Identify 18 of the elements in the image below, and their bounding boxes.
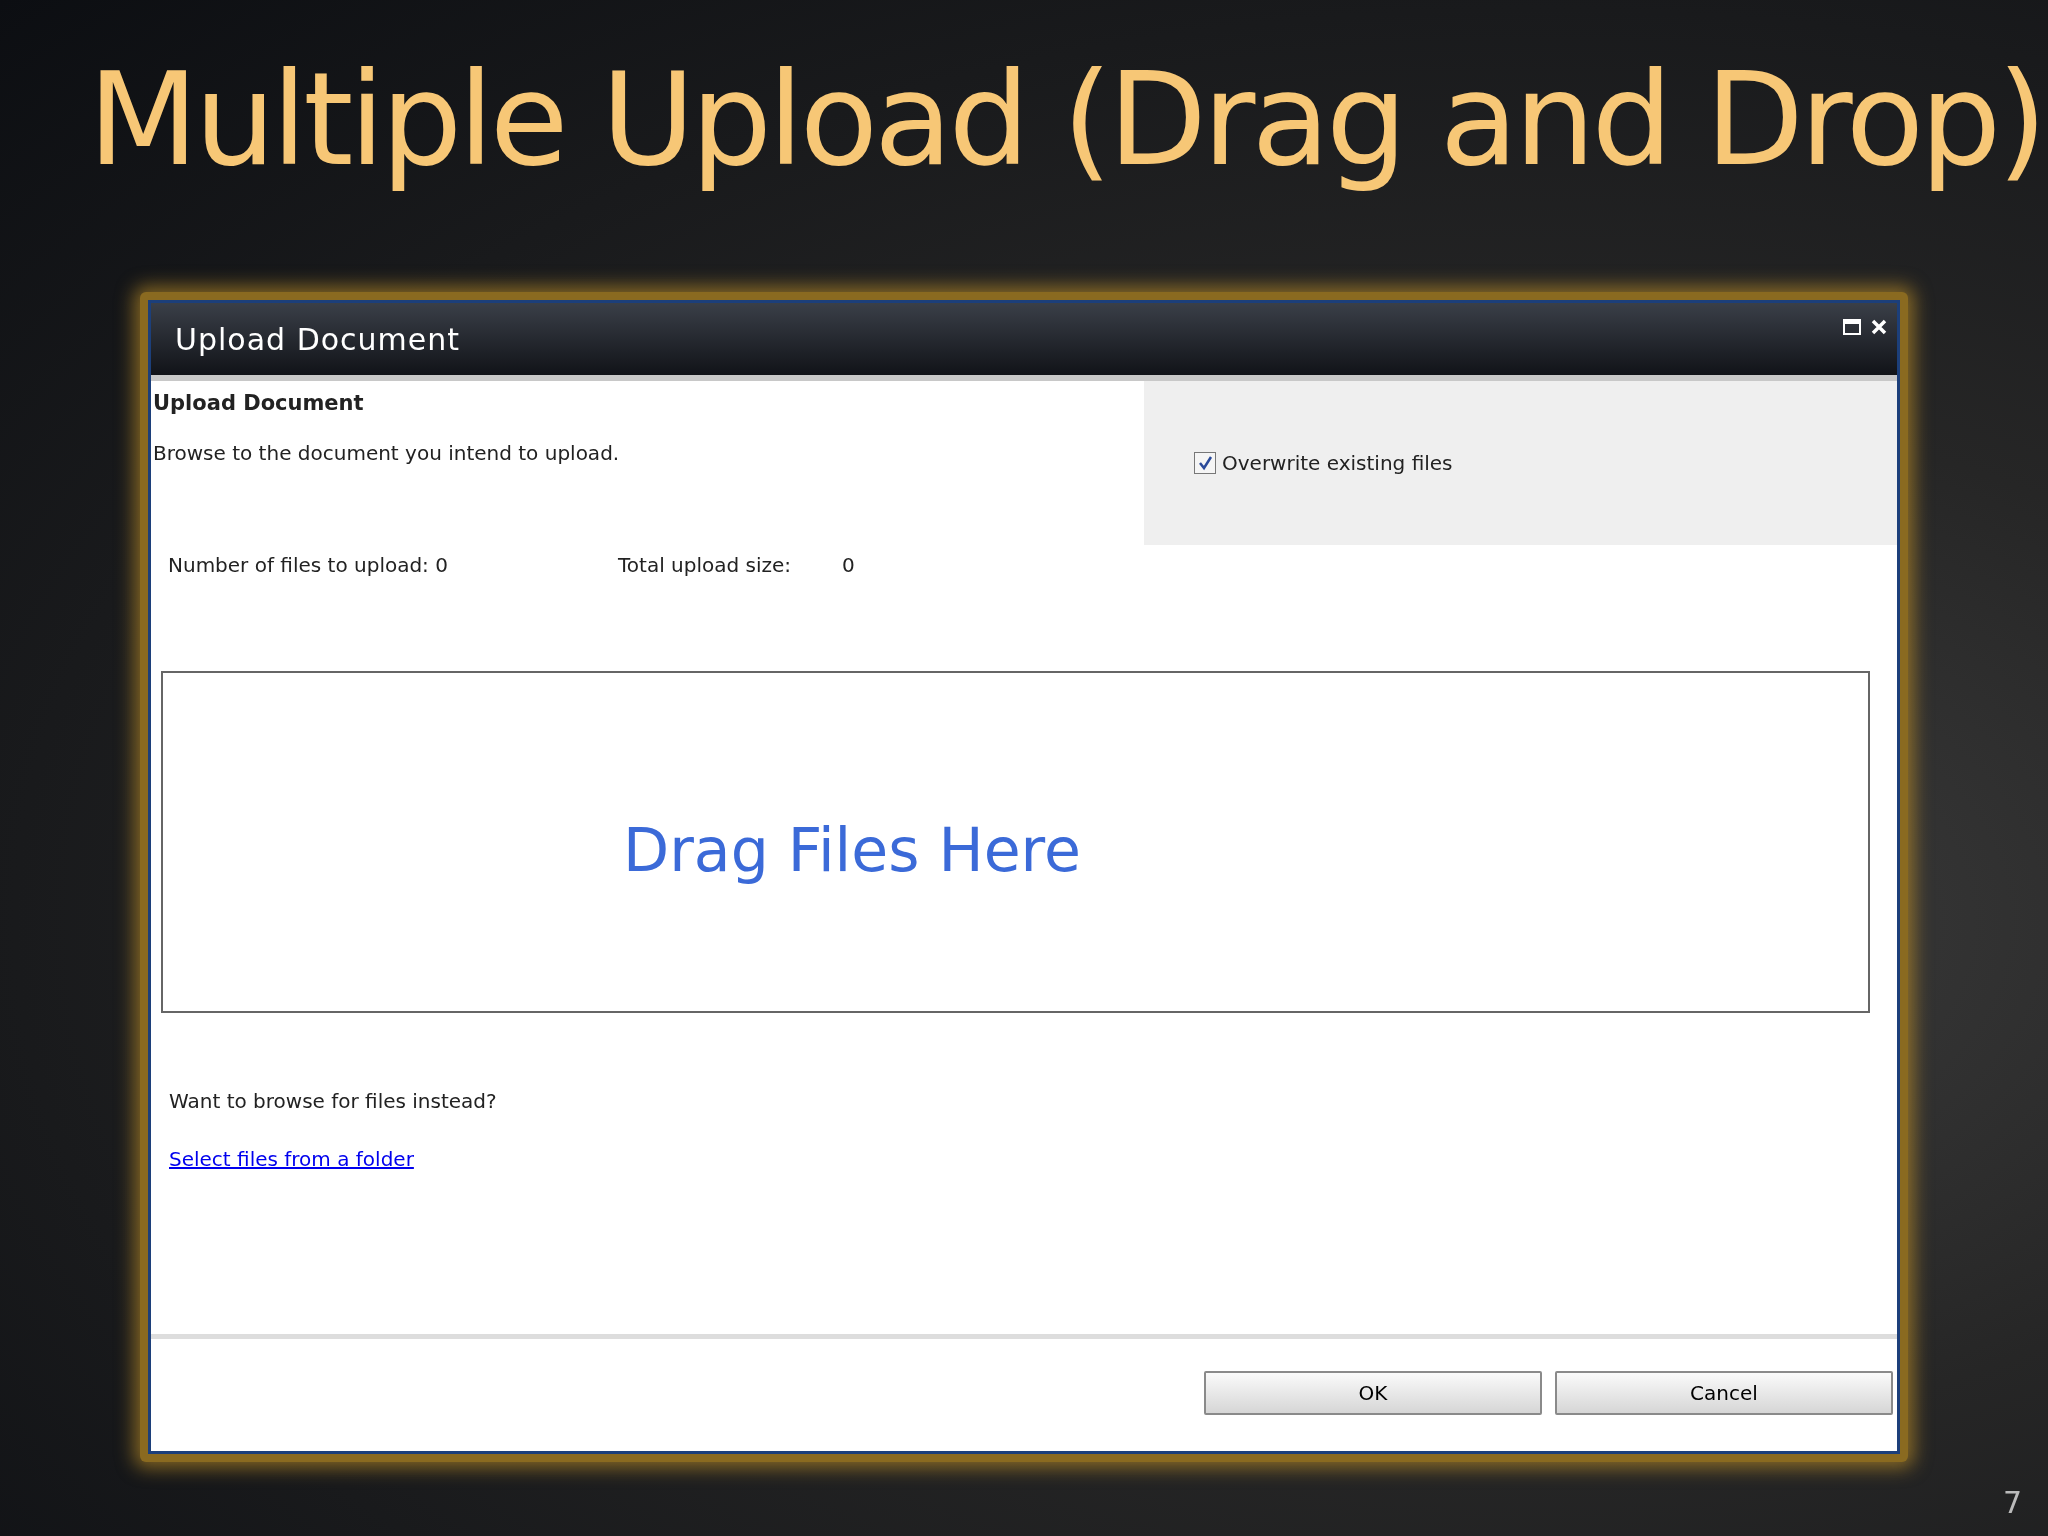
select-files-link[interactable]: Select files from a folder (169, 1147, 414, 1171)
browse-prompt: Want to browse for files instead? (169, 1089, 498, 1113)
file-count-text: Number of files to upload: 0 (168, 553, 449, 577)
dialog-button[interactable]: Cancel (1555, 1371, 1893, 1415)
drop-zone[interactable]: Drag Files Here (161, 671, 1870, 1013)
overwrite-checkbox[interactable] (1194, 452, 1216, 474)
close-icon[interactable] (1871, 319, 1887, 335)
description-text: Browse to the document you intend to upload. (153, 441, 621, 465)
drop-zone-text: Drag Files Here (623, 815, 1081, 885)
slide-title: Multiple Upload (Drag and Drop) (88, 44, 2045, 196)
upload-size-label: Total upload size: (618, 553, 793, 577)
page-number: 7 (2002, 1485, 2022, 1520)
upload-size-value: 0 (842, 553, 855, 577)
maximize-icon[interactable] (1843, 319, 1861, 335)
dialog-button[interactable]: OK (1204, 1371, 1542, 1415)
checkbox-label: Overwrite existing files (1222, 451, 1453, 475)
window-title: Upload Document (175, 321, 461, 357)
section-heading: Upload Document (153, 391, 365, 415)
